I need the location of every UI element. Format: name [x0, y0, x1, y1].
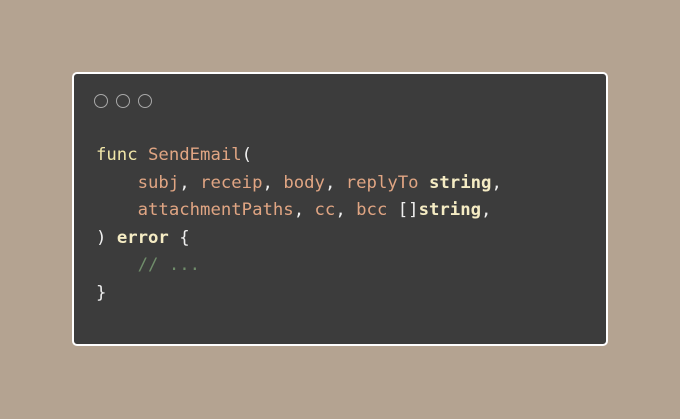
- code-comment: // ...: [137, 255, 201, 276]
- close-icon[interactable]: [94, 94, 108, 108]
- param-replyto: replyTo: [345, 172, 419, 193]
- code-line-4: ) error {: [96, 225, 502, 253]
- open-brace: {: [179, 227, 190, 248]
- comma: ,: [481, 200, 492, 221]
- code-window: func SendEmail( subj, receip, body, repl…: [72, 72, 608, 346]
- code-line-5: // ...: [96, 252, 502, 280]
- code-block: func SendEmail( subj, receip, body, repl…: [96, 142, 502, 308]
- open-paren: (: [241, 145, 253, 165]
- close-brace: }: [96, 282, 107, 303]
- comma: ,: [262, 172, 273, 193]
- code-line-6: }: [96, 280, 502, 308]
- param-bcc: bcc: [356, 200, 388, 221]
- minimize-icon[interactable]: [116, 94, 130, 108]
- type-string: string: [429, 172, 492, 193]
- code-line-1: func SendEmail(: [96, 142, 502, 170]
- param-body: body: [283, 172, 325, 193]
- close-paren: ): [96, 227, 107, 248]
- slice-brackets: []: [397, 200, 419, 221]
- func-keyword: func: [96, 145, 138, 165]
- param-subj: subj: [137, 172, 180, 193]
- comma: ,: [293, 200, 305, 221]
- param-receip: receip: [200, 172, 263, 193]
- comma: ,: [324, 172, 336, 193]
- code-line-3: attachmentPaths, cc, bcc []string,: [96, 197, 502, 225]
- comma: ,: [179, 172, 190, 193]
- function-name: SendEmail: [148, 145, 242, 165]
- param-attachmentpaths: attachmentPaths: [137, 200, 294, 221]
- maximize-icon[interactable]: [138, 94, 152, 108]
- param-cc: cc: [314, 200, 336, 221]
- comma: ,: [335, 200, 346, 221]
- type-string: string: [418, 200, 482, 221]
- window-controls: [94, 94, 152, 108]
- code-line-2: subj, receip, body, replyTo string,: [96, 170, 502, 198]
- return-type-error: error: [116, 227, 169, 248]
- comma: ,: [491, 172, 502, 193]
